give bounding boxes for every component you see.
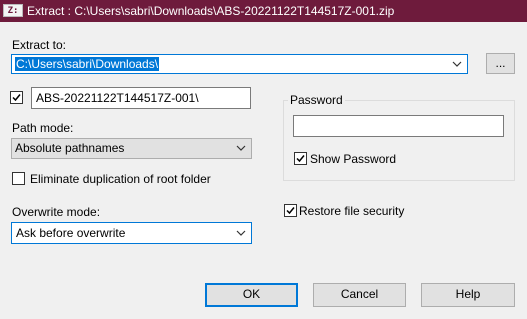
- extract-to-combobox[interactable]: C:\Users\sabri\Downloads\: [11, 54, 468, 74]
- help-button[interactable]: Help: [421, 283, 515, 307]
- extract-to-label: Extract to:: [12, 38, 67, 52]
- chevron-down-icon[interactable]: [451, 59, 463, 69]
- subfolder-name-value: ABS-20221122T144517Z-001\: [36, 91, 199, 105]
- chevron-down-icon: [236, 230, 246, 236]
- eliminate-duplication-label[interactable]: Eliminate duplication of root folder: [30, 172, 211, 186]
- browse-button[interactable]: ...: [486, 53, 515, 74]
- eliminate-duplication-checkbox[interactable]: [12, 172, 25, 185]
- password-group-label: Password: [288, 93, 345, 107]
- restore-security-label[interactable]: Restore file security: [299, 204, 404, 218]
- path-mode-dropdown[interactable]: Absolute pathnames: [11, 138, 252, 159]
- chevron-down-icon: [236, 145, 246, 151]
- path-mode-label: Path mode:: [12, 121, 74, 135]
- title-bar: Z: Extract : C:\Users\sabri\Downloads\AB…: [0, 0, 527, 22]
- checkmark-icon: [286, 207, 295, 215]
- extract-to-value[interactable]: C:\Users\sabri\Downloads\: [15, 57, 160, 71]
- cancel-button[interactable]: Cancel: [313, 283, 406, 307]
- overwrite-mode-value: Ask before overwrite: [16, 226, 126, 240]
- password-field[interactable]: [293, 115, 504, 137]
- path-mode-value: Absolute pathnames: [15, 141, 125, 155]
- show-password-label[interactable]: Show Password: [310, 152, 396, 166]
- overwrite-mode-dropdown[interactable]: Ask before overwrite: [11, 222, 252, 244]
- window-title: Extract : C:\Users\sabri\Downloads\ABS-2…: [27, 4, 395, 18]
- show-password-checkbox[interactable]: [294, 152, 307, 165]
- checkmark-icon: [12, 94, 21, 102]
- password-group: [283, 100, 515, 181]
- ok-button[interactable]: OK: [205, 283, 298, 307]
- archive-app-icon: Z:: [3, 4, 23, 17]
- checkmark-icon: [296, 155, 305, 163]
- subfolder-checkbox[interactable]: [10, 91, 23, 104]
- subfolder-name-field[interactable]: ABS-20221122T144517Z-001\: [31, 87, 251, 109]
- overwrite-mode-label: Overwrite mode:: [12, 205, 101, 219]
- restore-security-checkbox[interactable]: [284, 204, 297, 217]
